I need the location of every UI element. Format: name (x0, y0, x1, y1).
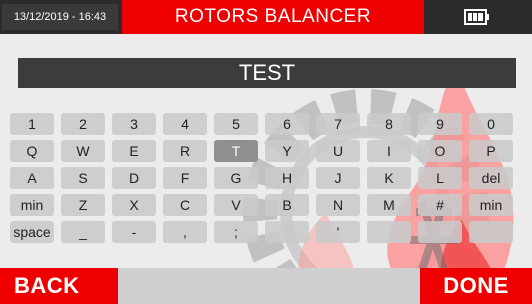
key[interactable]: V (214, 194, 258, 216)
key[interactable]: 9 (418, 113, 462, 135)
keyboard-row: 1 2 3 4 5 6 7 8 9 0 (10, 113, 526, 135)
app-title: ROTORS BALANCER (122, 0, 424, 34)
key[interactable]: 3 (112, 113, 156, 135)
key[interactable] (367, 221, 411, 243)
key[interactable]: # (418, 194, 462, 216)
key[interactable] (418, 221, 462, 243)
battery-icon (464, 9, 489, 25)
key[interactable]: F (163, 167, 207, 189)
key[interactable]: M (367, 194, 411, 216)
key[interactable]: I (367, 140, 411, 162)
key[interactable]: K (367, 167, 411, 189)
key[interactable]: R (163, 140, 207, 162)
key[interactable]: H (265, 167, 309, 189)
key[interactable]: , (163, 221, 207, 243)
key[interactable]: Q (10, 140, 54, 162)
done-button[interactable]: DONE (420, 268, 532, 304)
key-min[interactable]: min (469, 194, 513, 216)
key[interactable] (469, 221, 513, 243)
key[interactable]: Z (61, 194, 105, 216)
key[interactable]: P (469, 140, 513, 162)
key[interactable]: 6 (265, 113, 309, 135)
key[interactable]: U (316, 140, 360, 162)
key[interactable]: W (61, 140, 105, 162)
key[interactable]: O (418, 140, 462, 162)
key[interactable]: Y (265, 140, 309, 162)
key[interactable]: 7 (316, 113, 360, 135)
key[interactable]: L (418, 167, 462, 189)
delete-key[interactable]: del (469, 167, 513, 189)
key-min[interactable]: min (10, 194, 54, 216)
top-bar: 13/12/2019 - 16:43 ROTORS BALANCER (0, 0, 532, 34)
key[interactable]: 0 (469, 113, 513, 135)
key-selected[interactable]: T (214, 140, 258, 162)
datetime-label: 13/12/2019 - 16:43 (2, 4, 118, 30)
back-button[interactable]: BACK (0, 268, 118, 304)
keyboard-row: space _ - , ; ' (10, 221, 526, 243)
key[interactable]: E (112, 140, 156, 162)
space-key[interactable]: space (10, 221, 54, 243)
key[interactable]: C (163, 194, 207, 216)
key[interactable]: 5 (214, 113, 258, 135)
key[interactable] (265, 221, 309, 243)
key[interactable]: 8 (367, 113, 411, 135)
keyboard-row: min Z X C V B N M # min (10, 194, 526, 216)
key[interactable]: B (265, 194, 309, 216)
key[interactable]: N (316, 194, 360, 216)
key[interactable]: 2 (61, 113, 105, 135)
key[interactable]: J (316, 167, 360, 189)
battery-status (428, 4, 532, 30)
keyboard-row: A S D F G H J K L del (10, 167, 526, 189)
key[interactable]: A (10, 167, 54, 189)
key[interactable]: - (112, 221, 156, 243)
key[interactable]: D (112, 167, 156, 189)
text-input-field[interactable]: TEST (18, 58, 516, 88)
key[interactable]: S (61, 167, 105, 189)
key[interactable]: 4 (163, 113, 207, 135)
key[interactable]: ; (214, 221, 258, 243)
key[interactable]: G (214, 167, 258, 189)
key[interactable]: ' (316, 221, 360, 243)
key[interactable]: _ (61, 221, 105, 243)
virtual-keyboard: 1 2 3 4 5 6 7 8 9 0 Q W E R T Y U I O P … (10, 113, 526, 248)
keyboard-row: Q W E R T Y U I O P (10, 140, 526, 162)
key[interactable]: 1 (10, 113, 54, 135)
key[interactable]: X (112, 194, 156, 216)
